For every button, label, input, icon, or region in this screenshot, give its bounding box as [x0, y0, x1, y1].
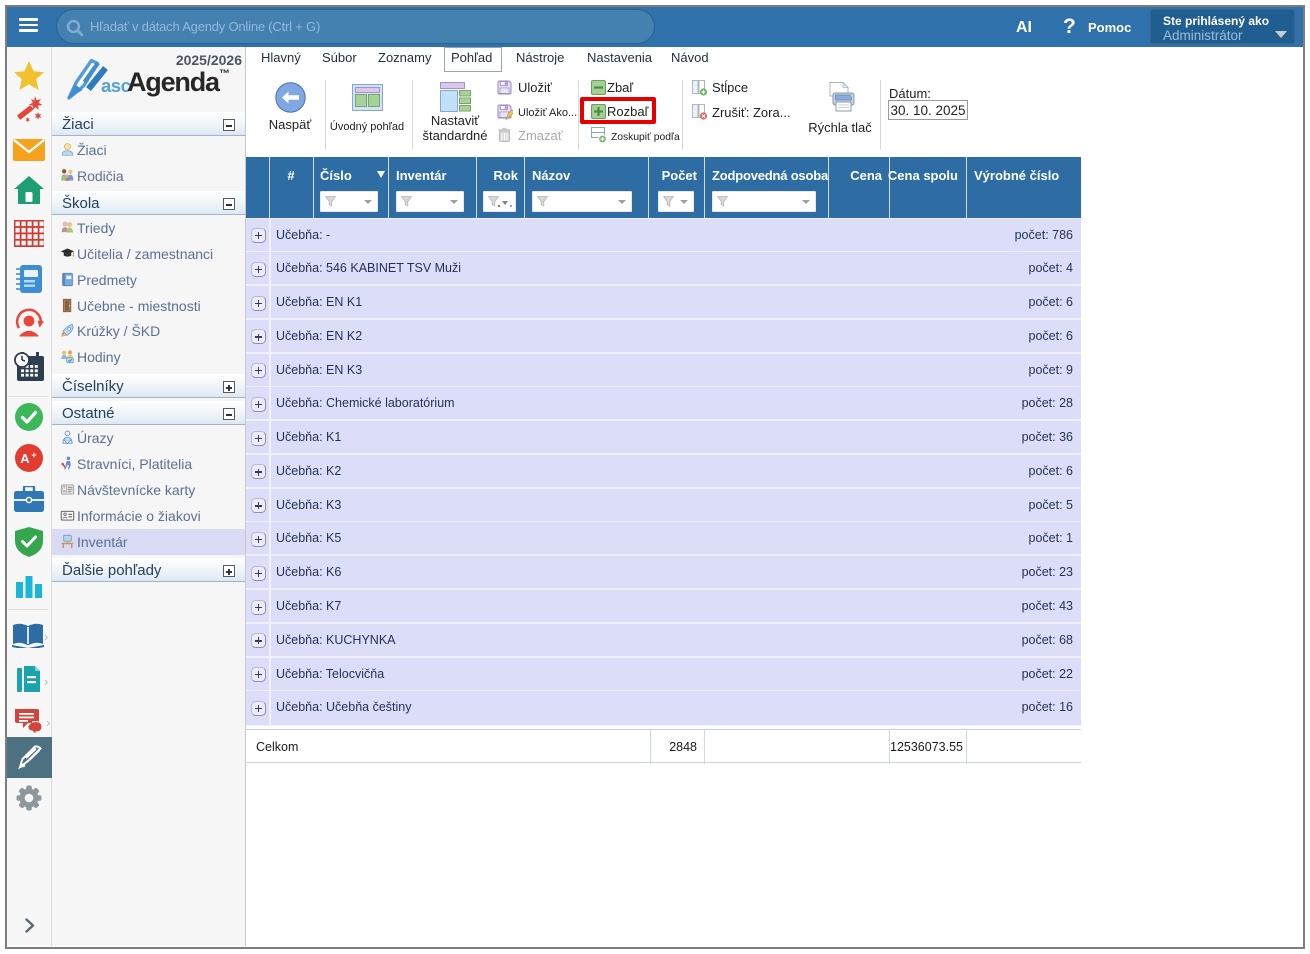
svg-text:A: A	[20, 451, 30, 466]
svg-text:+: +	[31, 450, 36, 460]
